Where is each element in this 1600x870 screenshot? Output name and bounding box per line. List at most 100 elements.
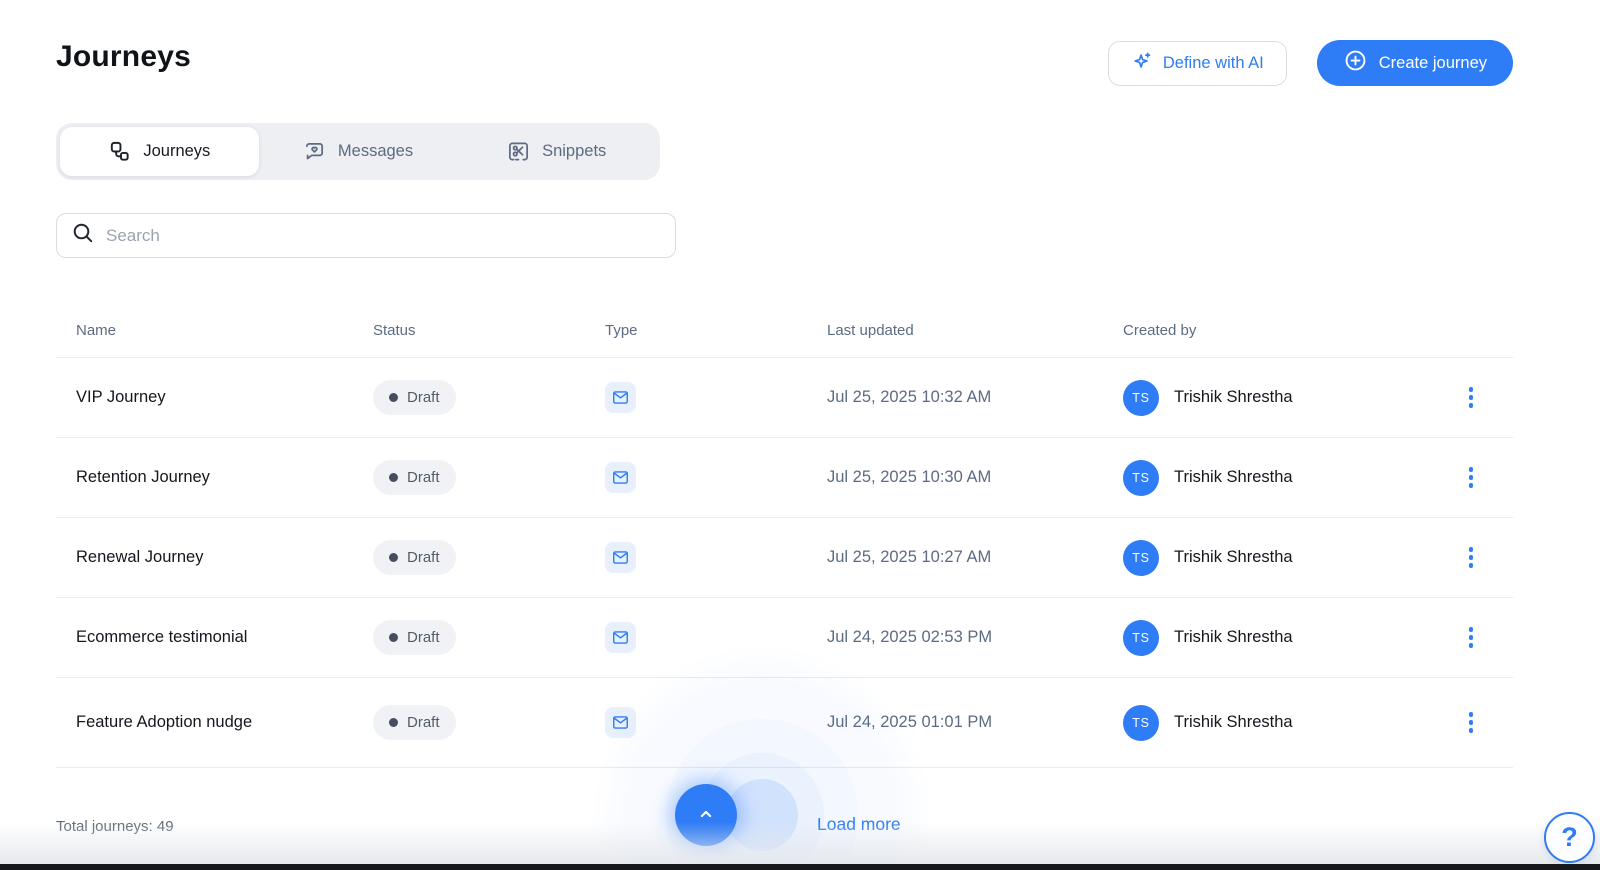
row-menu-button[interactable] (1463, 706, 1480, 739)
table-row[interactable]: VIP Journey Draft Jul 25, 2025 10:32 AM … (56, 358, 1513, 438)
search-icon (71, 221, 95, 250)
top-bar: Journeys Define with AI (56, 0, 1513, 86)
tab-journeys[interactable]: Journeys (60, 127, 259, 176)
status-badge: Draft (373, 620, 456, 655)
table-row[interactable]: Renewal Journey Draft Jul 25, 2025 10:27… (56, 518, 1513, 598)
created-by-cell: TS Trishik Shrestha (1123, 540, 1460, 576)
snippet-scissors-icon (507, 140, 530, 163)
email-icon (605, 542, 636, 573)
email-icon (605, 622, 636, 653)
load-more-link[interactable]: Load more (817, 814, 901, 835)
status-badge: Draft (373, 705, 456, 740)
status-badge: Draft (373, 380, 456, 415)
create-journey-button[interactable]: Create journey (1317, 40, 1513, 86)
kebab-dot (1469, 635, 1474, 640)
tab-snippets[interactable]: Snippets (457, 127, 656, 176)
status-dot-icon (389, 393, 398, 402)
row-menu-button[interactable] (1463, 381, 1480, 414)
last-updated-value: Jul 25, 2025 10:27 AM (827, 548, 1123, 567)
kebab-dot (1469, 395, 1474, 400)
top-actions: Define with AI Create journey (1108, 40, 1513, 86)
define-with-ai-label: Define with AI (1163, 54, 1264, 73)
tab-snippets-label: Snippets (542, 142, 606, 161)
avatar: TS (1123, 620, 1159, 656)
creator-name: Trishik Shrestha (1174, 628, 1293, 647)
table-row[interactable]: Retention Journey Draft Jul 25, 2025 10:… (56, 438, 1513, 518)
avatar: TS (1123, 380, 1159, 416)
column-header-created-by: Created by (1123, 322, 1460, 339)
column-header-status: Status (373, 322, 605, 339)
table-row[interactable]: Ecommerce testimonial Draft Jul 24, 2025… (56, 598, 1513, 678)
question-mark-icon: ? (1561, 822, 1578, 853)
journey-name[interactable]: Renewal Journey (76, 548, 373, 567)
row-menu-button[interactable] (1463, 541, 1480, 574)
avatar: TS (1123, 705, 1159, 741)
table-row[interactable]: Feature Adoption nudge Draft Jul 24, 202… (56, 678, 1513, 768)
email-icon (605, 462, 636, 493)
avatar: TS (1123, 540, 1159, 576)
bottom-edge-bar (0, 864, 1600, 870)
created-by-cell: TS Trishik Shrestha (1123, 460, 1460, 496)
status-dot-icon (389, 473, 398, 482)
status-dot-icon (389, 553, 398, 562)
scroll-to-top-button[interactable] (675, 784, 737, 846)
table-footer: Total journeys: 49 Load more (56, 768, 1513, 870)
last-updated-value: Jul 24, 2025 02:53 PM (827, 628, 1123, 647)
kebab-dot (1469, 387, 1474, 392)
status-label: Draft (407, 549, 440, 566)
kebab-dot (1469, 403, 1474, 408)
help-button[interactable]: ? (1544, 812, 1595, 863)
kebab-dot (1469, 643, 1474, 648)
status-label: Draft (407, 469, 440, 486)
kebab-dot (1469, 467, 1474, 472)
column-header-last-updated: Last updated (827, 322, 1123, 339)
table-header: Name Status Type Last updated Created by (56, 304, 1513, 358)
creator-name: Trishik Shrestha (1174, 713, 1293, 732)
message-heart-icon (303, 140, 326, 163)
tab-messages-label: Messages (338, 142, 413, 161)
last-updated-value: Jul 25, 2025 10:32 AM (827, 388, 1123, 407)
email-icon (605, 382, 636, 413)
status-badge: Draft (373, 540, 456, 575)
search-input[interactable] (106, 226, 661, 246)
plus-circle-icon (1343, 48, 1368, 78)
creator-name: Trishik Shrestha (1174, 388, 1293, 407)
search-box (56, 213, 676, 258)
tab-journeys-label: Journeys (143, 142, 210, 161)
journey-name[interactable]: VIP Journey (76, 388, 373, 407)
content-tabs: Journeys Messages (56, 123, 660, 180)
last-updated-value: Jul 25, 2025 10:30 AM (827, 468, 1123, 487)
status-badge: Draft (373, 460, 456, 495)
tab-messages[interactable]: Messages (259, 127, 458, 176)
journey-name[interactable]: Ecommerce testimonial (76, 628, 373, 647)
kebab-dot (1469, 555, 1474, 560)
created-by-cell: TS Trishik Shrestha (1123, 705, 1460, 741)
status-dot-icon (389, 633, 398, 642)
kebab-dot (1469, 475, 1474, 480)
journeys-workflow-icon (108, 140, 131, 163)
kebab-dot (1469, 720, 1474, 725)
last-updated-value: Jul 24, 2025 01:01 PM (827, 713, 1123, 732)
ai-sparkle-icon (1131, 50, 1153, 77)
created-by-cell: TS Trishik Shrestha (1123, 380, 1460, 416)
kebab-dot (1469, 728, 1474, 733)
journey-name[interactable]: Retention Journey (76, 468, 373, 487)
total-journeys-label: Total journeys: 49 (56, 818, 174, 835)
column-header-type: Type (605, 322, 827, 339)
kebab-dot (1469, 712, 1474, 717)
kebab-dot (1469, 627, 1474, 632)
kebab-dot (1469, 563, 1474, 568)
define-with-ai-button[interactable]: Define with AI (1108, 41, 1287, 86)
journeys-page: Journeys Define with AI (0, 0, 1600, 870)
journey-name[interactable]: Feature Adoption nudge (76, 713, 373, 732)
status-label: Draft (407, 714, 440, 731)
chevron-up-icon (695, 803, 717, 828)
creator-name: Trishik Shrestha (1174, 468, 1293, 487)
row-menu-button[interactable] (1463, 461, 1480, 494)
row-menu-button[interactable] (1463, 621, 1480, 654)
status-label: Draft (407, 389, 440, 406)
kebab-dot (1469, 483, 1474, 488)
journeys-table: Name Status Type Last updated Created by… (56, 304, 1513, 768)
created-by-cell: TS Trishik Shrestha (1123, 620, 1460, 656)
avatar: TS (1123, 460, 1159, 496)
